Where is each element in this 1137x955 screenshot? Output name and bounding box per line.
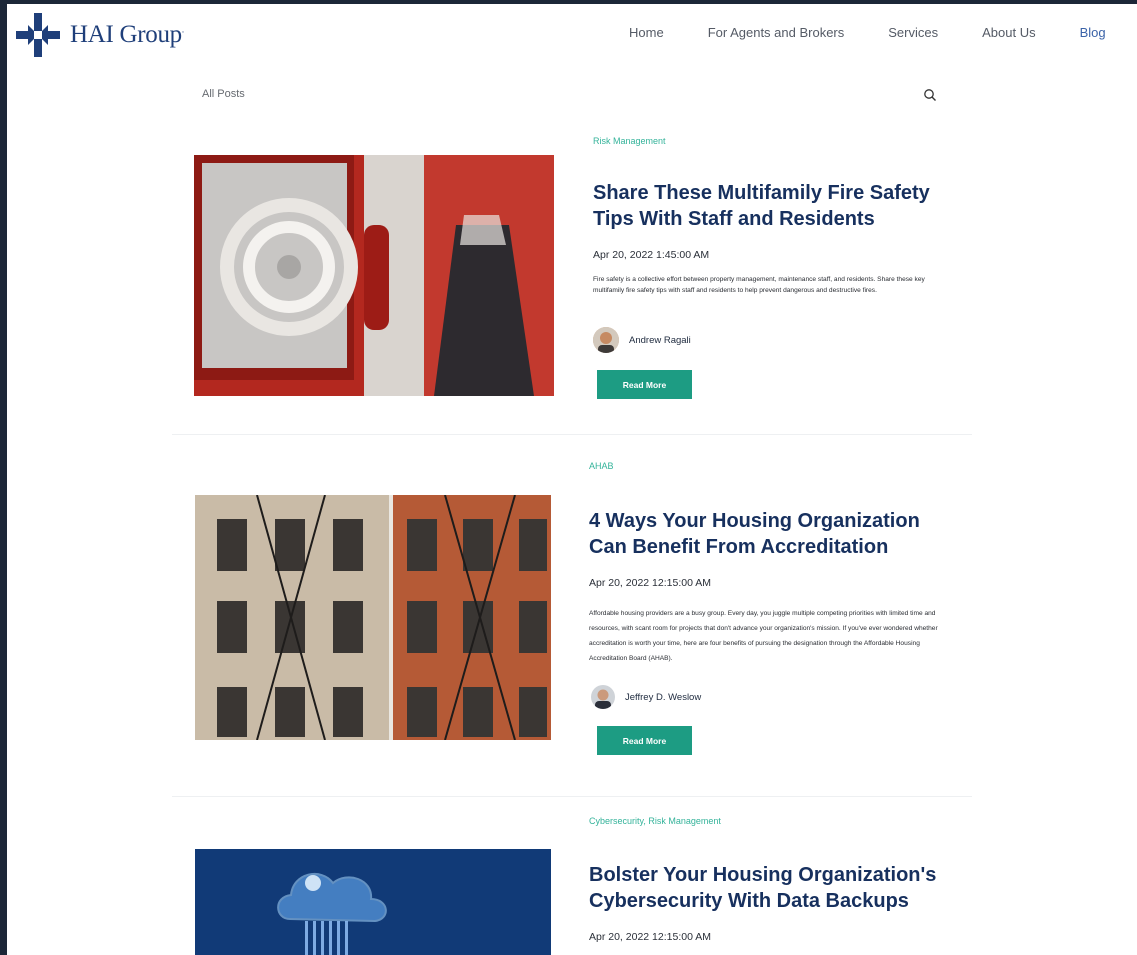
cloud-data-photo bbox=[195, 849, 551, 955]
nav-services[interactable]: Services bbox=[866, 22, 960, 44]
author-avatar bbox=[591, 685, 615, 709]
search-icon[interactable] bbox=[922, 87, 938, 103]
post-title[interactable]: Share These Multifamily Fire Safety Tips… bbox=[593, 180, 953, 232]
author-avatar bbox=[593, 327, 619, 353]
post-category[interactable]: AHAB bbox=[589, 461, 614, 471]
read-more-button[interactable]: Read More bbox=[597, 370, 692, 399]
blog-page: HAI Group. Home For Agents and Brokers S… bbox=[7, 4, 1137, 955]
post-date: Apr 20, 2022 12:15:00 AM bbox=[589, 577, 712, 589]
post-author[interactable]: Jeffrey D. Weslow bbox=[591, 685, 701, 709]
post-divider bbox=[172, 796, 972, 797]
post-divider bbox=[172, 434, 972, 435]
post-date: Apr 20, 2022 12:15:00 AM bbox=[589, 931, 712, 943]
fire-hose-photo bbox=[194, 155, 554, 396]
nav-about-us[interactable]: About Us bbox=[960, 22, 1057, 44]
post-image-fire-hose[interactable] bbox=[194, 155, 554, 396]
nav-agents-brokers[interactable]: For Agents and Brokers bbox=[686, 22, 867, 44]
post-category[interactable]: Cybersecurity, Risk Management bbox=[589, 816, 721, 826]
post-title[interactable]: Bolster Your Housing Organization's Cybe… bbox=[589, 862, 949, 914]
nav-home[interactable]: Home bbox=[607, 22, 686, 44]
post-image-cloud[interactable] bbox=[195, 849, 551, 955]
hai-group-logo[interactable]: HAI Group. bbox=[14, 11, 184, 59]
blog-subbar: All Posts bbox=[202, 88, 942, 108]
main-nav: Home For Agents and Brokers Services Abo… bbox=[607, 22, 1106, 44]
post-excerpt: Fire safety is a collective effort betwe… bbox=[593, 276, 925, 294]
hai-cross-logo-icon bbox=[16, 13, 60, 57]
post-date: Apr 20, 2022 1:45:00 AM bbox=[593, 249, 710, 261]
all-posts-link[interactable]: All Posts bbox=[202, 88, 245, 100]
author-name: Jeffrey D. Weslow bbox=[625, 691, 702, 703]
author-name: Andrew Ragali bbox=[629, 334, 691, 346]
nav-blog[interactable]: Blog bbox=[1058, 22, 1128, 44]
post-image-buildings[interactable] bbox=[195, 495, 551, 740]
post-title[interactable]: 4 Ways Your Housing Organization Can Ben… bbox=[589, 508, 949, 560]
fire-escape-buildings-photo bbox=[195, 495, 551, 740]
brand-name: HAI Group. bbox=[70, 21, 184, 48]
post-author[interactable]: Andrew Ragali bbox=[593, 327, 691, 353]
post-category[interactable]: Risk Management bbox=[593, 136, 666, 146]
post-excerpt: Affordable housing providers are a busy … bbox=[589, 610, 938, 662]
read-more-button[interactable]: Read More bbox=[597, 726, 692, 755]
